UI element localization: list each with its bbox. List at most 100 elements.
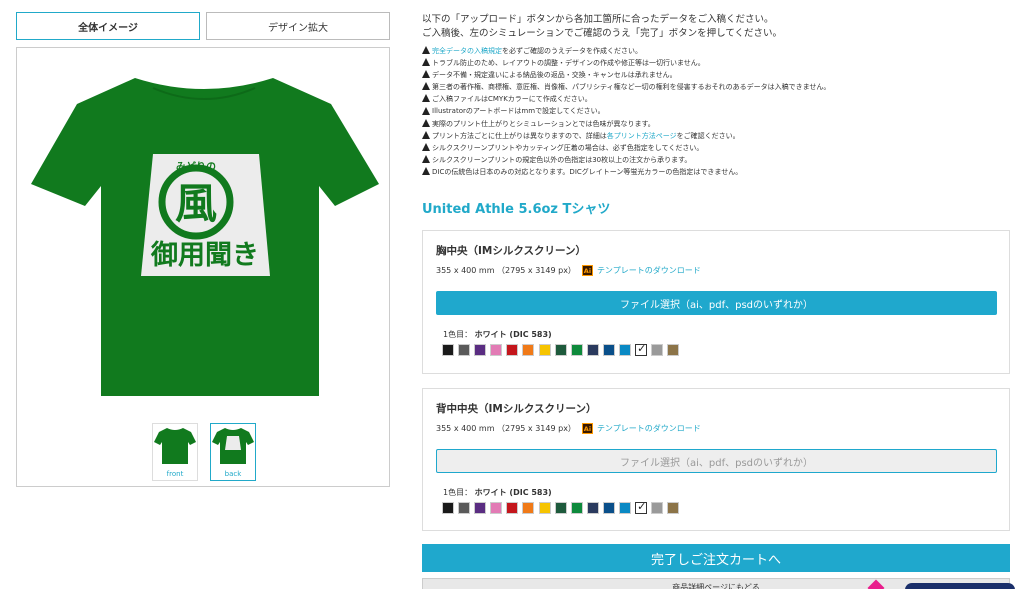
color-swatch[interactable] — [651, 344, 664, 356]
chat-widget-button[interactable] — [905, 583, 1015, 589]
notice-item: ご入稿ファイルはCMYKカラーにて作成ください。 — [422, 93, 1012, 105]
color-swatch[interactable] — [490, 344, 503, 356]
color-swatch[interactable] — [619, 502, 632, 514]
file-select-button[interactable]: ファイル選択（ai、pdf、psdのいずれか） — [436, 449, 997, 473]
color-swatches — [442, 342, 683, 356]
color-swatch[interactable] — [458, 344, 471, 356]
product-title: United Athle 5.6oz Tシャツ — [422, 202, 611, 217]
color-swatch[interactable] — [522, 344, 535, 356]
design-text-small: みどりの — [176, 160, 216, 173]
thumb-back[interactable]: back — [210, 423, 256, 481]
template-download-link[interactable]: テンプレートのダウンロード — [597, 265, 701, 276]
notice-text: 第三者の著作権、商標権、意匠権、肖像権、パブリシティ権など一切の権利を侵害するお… — [432, 83, 831, 92]
color-swatch[interactable] — [570, 502, 583, 514]
tab-overall-image[interactable]: 全体イメージ — [16, 12, 200, 40]
file-select-button[interactable]: ファイル選択（ai、pdf、psdのいずれか） — [436, 291, 997, 315]
color-swatch[interactable] — [442, 502, 454, 514]
location-title: 胸中央（IMシルクスクリーン） — [436, 245, 587, 257]
intro-line-1: 以下の「アップロード」ボタンから各加工箇所に合ったデータをご入稿ください。 — [422, 14, 774, 25]
color-swatch[interactable] — [538, 502, 551, 514]
color-swatch[interactable] — [458, 502, 471, 514]
color-swatch[interactable] — [554, 502, 567, 514]
warning-icon — [422, 142, 430, 151]
notice-item: Illustratorのアートボードはmmで設定してください。 — [422, 105, 1012, 117]
color-swatch[interactable] — [586, 502, 599, 514]
warning-icon — [422, 118, 430, 127]
color-prefix: 1色目： — [443, 488, 473, 497]
notice-list: 完全データの入稿規定 を必ずご確認のうえデータを作成ください。 トラブル防止のため… — [422, 45, 1012, 178]
notice-text: Illustratorのアートボードはmmで設定してください。 — [432, 107, 605, 116]
notice-text: データ不備・規定違いによる納品後の返品・交換・キャンセルは承れません。 — [432, 71, 677, 80]
design-text-char: 風 — [175, 179, 217, 228]
color-swatch[interactable] — [442, 344, 454, 356]
illustrator-icon: Ai — [581, 423, 593, 434]
notice-text: を必ずご確認のうえデータを作成ください。 — [502, 47, 642, 55]
color-swatch[interactable] — [602, 502, 615, 514]
notice-text: をご確認ください。 — [676, 131, 740, 140]
shirt-preview: みどりの 風 御用聞き front back — [16, 47, 390, 487]
notice-text: プリント方法ごとに仕上がりは異なりますので、詳細は — [432, 131, 607, 140]
design-text-main: 御用聞き — [150, 240, 259, 271]
color-swatch[interactable] — [490, 502, 503, 514]
color-swatch[interactable] — [506, 344, 519, 356]
color-swatch[interactable] — [474, 344, 487, 356]
warning-icon — [422, 82, 430, 91]
intro-line-2: ご入稿後、左のシミュレーションでご確認のうえ「完了」ボタンを押してください。 — [422, 28, 783, 39]
notice-text: ご入稿ファイルはCMYKカラーにて作成ください。 — [432, 95, 592, 104]
warning-icon — [422, 130, 430, 139]
warning-icon — [422, 70, 430, 79]
color-swatch[interactable] — [538, 344, 551, 356]
color-swatch[interactable] — [602, 344, 615, 356]
location-dimensions: 355 x 400 mm （2795 x 3149 px） Ai テンプレートの… — [436, 423, 701, 434]
print-location-chest: 胸中央（IMシルクスクリーン） 355 x 400 mm （2795 x 314… — [422, 230, 1010, 374]
print-location-back: 背中中央（IMシルクスクリーン） 355 x 400 mm （2795 x 31… — [422, 388, 1010, 531]
notice-item: データ不備・規定違いによる納品後の返品・交換・キャンセルは承れません。 — [422, 69, 1012, 81]
color-swatch[interactable] — [586, 344, 599, 356]
thumb-front-label: front — [166, 470, 184, 478]
notice-item: シルクスクリーンプリントの規定色以外の色指定は30枚以上の注文から承ります。 — [422, 154, 1012, 166]
warning-icon — [422, 154, 430, 163]
warning-icon — [422, 166, 430, 175]
checkout-cart-button[interactable]: 完了しご注文カートへ — [422, 544, 1010, 572]
warning-icon — [422, 58, 430, 67]
notice-item: シルクスクリーンプリントやカッティング圧着の場合は、必ず色指定をしてください。 — [422, 142, 1012, 154]
notice-item: 完全データの入稿規定 を必ずご確認のうえデータを作成ください。 — [422, 45, 1012, 57]
color-swatch[interactable] — [619, 344, 632, 356]
print-method-link[interactable]: 各プリント方法ページ — [607, 130, 677, 142]
color-swatch[interactable] — [522, 502, 535, 514]
color-swatch[interactable] — [570, 344, 583, 356]
template-download-link[interactable]: テンプレートのダウンロード — [597, 423, 701, 434]
ink-color-label: 1色目： ホワイト (DIC 583) — [443, 487, 552, 498]
warning-icon — [422, 94, 430, 103]
ink-color-label: 1色目： ホワイト (DIC 583) — [443, 329, 552, 340]
location-title: 背中中央（IMシルクスクリーン） — [436, 403, 597, 415]
notice-item: 実際のプリント仕上がりとシミュレーションとでは色味が異なります。 — [422, 118, 1012, 130]
dimension-text: 355 x 400 mm （2795 x 3149 px） — [436, 266, 576, 275]
notice-item: プリント方法ごとに仕上がりは異なりますので、詳細は 各プリント方法ページ をご確認く… — [422, 130, 1012, 142]
color-swatch[interactable] — [474, 502, 487, 514]
illustrator-icon: Ai — [581, 265, 593, 276]
color-swatch[interactable] — [667, 502, 680, 514]
color-swatch[interactable] — [635, 342, 648, 356]
color-swatches — [442, 500, 683, 514]
color-swatch[interactable] — [554, 344, 567, 356]
notice-text: 実際のプリント仕上がりとシミュレーションとでは色味が異なります。 — [432, 119, 655, 128]
color-swatch[interactable] — [651, 502, 664, 514]
notice-item: 第三者の著作権、商標権、意匠権、肖像権、パブリシティ権など一切の権利を侵害するお… — [422, 81, 1012, 93]
color-name: ホワイト (DIC 583) — [474, 330, 552, 339]
data-rules-link[interactable]: 完全データの入稿規定 — [432, 45, 502, 57]
tab-design-zoom[interactable]: デザイン拡大 — [206, 12, 390, 40]
thumb-back-label: back — [224, 470, 242, 478]
location-dimensions: 355 x 400 mm （2795 x 3149 px） Ai テンプレートの… — [436, 265, 701, 276]
warning-icon — [422, 46, 430, 55]
notice-text: シルクスクリーンプリントやカッティング圧着の場合は、必ず色指定をしてください。 — [432, 143, 704, 152]
color-swatch[interactable] — [635, 500, 648, 514]
notice-item: DICの伝統色は日本のみの対応となります。DICグレイトーン等蛍光カラーの色指定… — [422, 166, 1012, 178]
notice-text: シルクスクリーンプリントの規定色以外の色指定は30枚以上の注文から承ります。 — [432, 155, 692, 164]
thumb-front[interactable]: front — [152, 423, 198, 481]
notice-text: DICの伝統色は日本のみの対応となります。DICグレイトーン等蛍光カラーの色指定… — [432, 167, 743, 176]
color-swatch[interactable] — [667, 344, 680, 356]
notice-text: トラブル防止のため、レイアウトの調整・デザインの作成や修正等は一切行いません。 — [432, 59, 705, 68]
color-swatch[interactable] — [506, 502, 519, 514]
color-name: ホワイト (DIC 583) — [474, 488, 552, 497]
